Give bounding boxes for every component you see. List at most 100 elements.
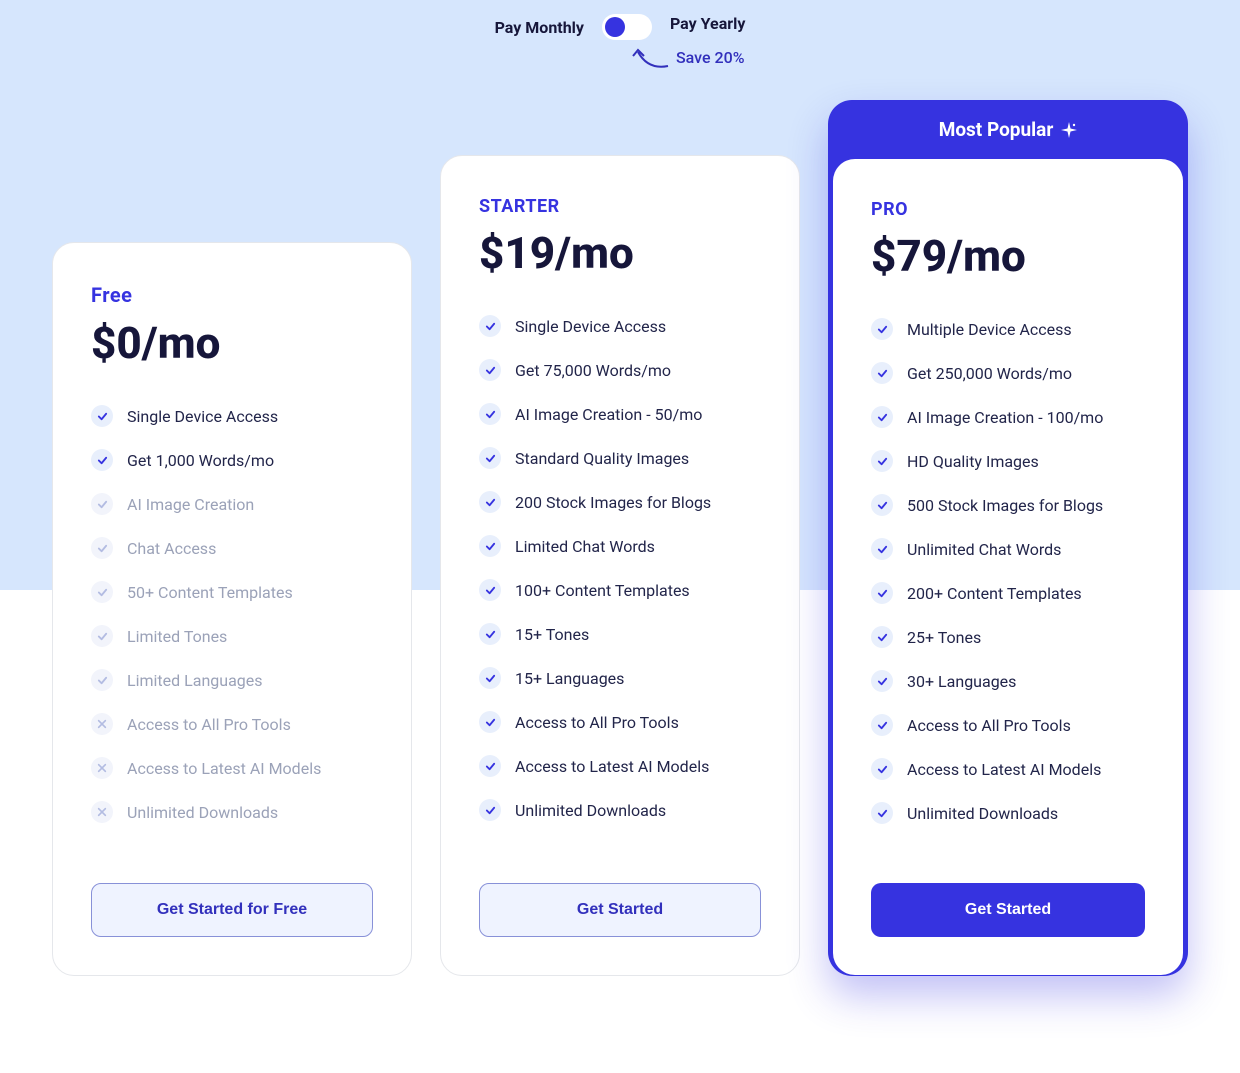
check-icon [871, 582, 893, 604]
tier-name: STARTER [479, 196, 761, 217]
get-started-starter-button[interactable]: Get Started [479, 883, 761, 937]
feature-text: Access to All Pro Tools [907, 716, 1071, 735]
check-icon [479, 315, 501, 337]
feature-item: 200 Stock Images for Blogs [479, 491, 761, 513]
feature-item: 15+ Tones [479, 623, 761, 645]
feature-text: AI Image Creation - 100/mo [907, 408, 1103, 427]
toggle-knob [605, 17, 625, 37]
feature-text: Get 1,000 Words/mo [127, 451, 274, 470]
feature-list-starter: Single Device Access Get 75,000 Words/mo A… [479, 315, 761, 883]
check-icon [479, 403, 501, 425]
feature-item: Get 75,000 Words/mo [479, 359, 761, 381]
feature-item: 500 Stock Images for Blogs [871, 494, 1145, 516]
feature-item: 50+ Content Templates [91, 581, 373, 603]
feature-item: Single Device Access [91, 405, 373, 427]
pricing-card-starter: STARTER $19/mo Single Device Access Get 7… [440, 155, 800, 976]
feature-text: 100+ Content Templates [515, 581, 690, 600]
feature-item: Limited Tones [91, 625, 373, 647]
cross-icon [91, 757, 113, 779]
tier-price: $79/mo [871, 230, 1145, 282]
feature-item: Unlimited Chat Words [871, 538, 1145, 560]
feature-text: Access to Latest AI Models [127, 759, 321, 778]
check-icon [479, 711, 501, 733]
feature-item: Access to All Pro Tools [871, 714, 1145, 736]
get-started-pro-button[interactable]: Get Started [871, 883, 1145, 937]
pricing-card-pro-wrapper: Most Popular PRO $79/mo Multiple Device … [828, 100, 1188, 976]
feature-text: 200+ Content Templates [907, 584, 1082, 603]
feature-text: Access to All Pro Tools [127, 715, 291, 734]
feature-item: Chat Access [91, 537, 373, 559]
check-icon [91, 537, 113, 559]
feature-item: Access to All Pro Tools [91, 713, 373, 735]
feature-item: 200+ Content Templates [871, 582, 1145, 604]
feature-text: Get 250,000 Words/mo [907, 364, 1072, 383]
get-started-free-button[interactable]: Get Started for Free [91, 883, 373, 937]
feature-item: Access to Latest AI Models [871, 758, 1145, 780]
check-icon [91, 449, 113, 471]
check-icon [871, 450, 893, 472]
feature-item: Multiple Device Access [871, 318, 1145, 340]
feature-text: 25+ Tones [907, 628, 981, 647]
feature-item: Access to Latest AI Models [91, 757, 373, 779]
check-icon [871, 406, 893, 428]
sparkle-icon [1061, 122, 1077, 138]
check-icon [91, 405, 113, 427]
save-callout: Save 20% [630, 42, 745, 72]
feature-item: Limited Chat Words [479, 535, 761, 557]
feature-text: 15+ Tones [515, 625, 589, 644]
feature-item: HD Quality Images [871, 450, 1145, 472]
feature-text: Multiple Device Access [907, 320, 1072, 339]
feature-item: Get 250,000 Words/mo [871, 362, 1145, 384]
billing-toggle[interactable] [602, 14, 652, 40]
check-icon [91, 493, 113, 515]
pricing-grid: Free $0/mo Single Device AccessGet 1,000… [0, 40, 1240, 1016]
tier-price: $19/mo [479, 227, 761, 279]
feature-text: Access to All Pro Tools [515, 713, 679, 732]
feature-text: Single Device Access [515, 317, 666, 336]
check-icon [871, 494, 893, 516]
check-icon [479, 535, 501, 557]
yearly-label: Pay Yearly [670, 10, 745, 33]
check-icon [479, 667, 501, 689]
feature-item: Unlimited Downloads [479, 799, 761, 821]
feature-text: 15+ Languages [515, 669, 624, 688]
billing-toggle-section: Pay Monthly Pay Yearly Save 20% [0, 0, 1240, 40]
feature-text: HD Quality Images [907, 452, 1039, 471]
check-icon [871, 758, 893, 780]
feature-item: AI Image Creation - 50/mo [479, 403, 761, 425]
feature-text: 200 Stock Images for Blogs [515, 493, 711, 512]
feature-item: AI Image Creation - 100/mo [871, 406, 1145, 428]
check-icon [479, 491, 501, 513]
feature-text: Limited Languages [127, 671, 263, 690]
feature-item: Standard Quality Images [479, 447, 761, 469]
pricing-card-pro: PRO $79/mo Multiple Device Access Get 250… [833, 159, 1183, 975]
feature-text: 50+ Content Templates [127, 583, 293, 602]
save-text: Save 20% [676, 48, 745, 67]
feature-item: Access to Latest AI Models [479, 755, 761, 777]
feature-text: 30+ Languages [907, 672, 1016, 691]
pricing-card-free: Free $0/mo Single Device AccessGet 1,000… [52, 242, 412, 976]
feature-list-free: Single Device Access Get 1,000 Words/mo AI… [91, 405, 373, 883]
feature-text: Unlimited Downloads [127, 803, 278, 822]
check-icon [871, 626, 893, 648]
feature-text: Access to Latest AI Models [515, 757, 709, 776]
check-icon [871, 362, 893, 384]
feature-text: AI Image Creation [127, 495, 254, 514]
most-popular-badge: Most Popular [828, 118, 1188, 141]
cross-icon [91, 713, 113, 735]
check-icon [479, 799, 501, 821]
check-icon [871, 318, 893, 340]
feature-item: AI Image Creation [91, 493, 373, 515]
feature-item: Unlimited Downloads [871, 802, 1145, 824]
feature-text: Single Device Access [127, 407, 278, 426]
check-icon [871, 802, 893, 824]
tier-name: PRO [871, 199, 1145, 220]
check-icon [871, 670, 893, 692]
most-popular-text: Most Popular [939, 118, 1054, 141]
check-icon [479, 579, 501, 601]
feature-text: Unlimited Downloads [515, 801, 666, 820]
feature-text: Limited Chat Words [515, 537, 655, 556]
check-icon [479, 359, 501, 381]
arrow-curve-icon [630, 42, 670, 72]
tier-name: Free [91, 283, 373, 307]
